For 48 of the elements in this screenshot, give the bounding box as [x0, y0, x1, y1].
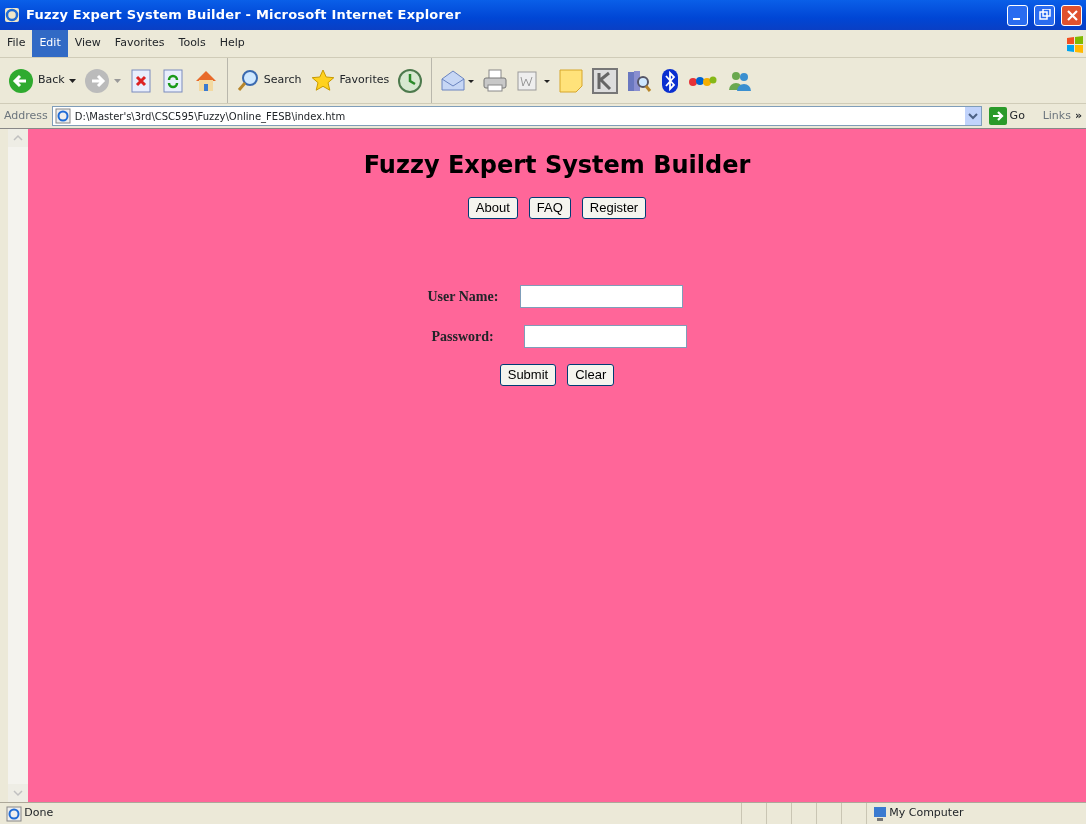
- browser-icon: [4, 7, 20, 23]
- address-field[interactable]: D:\Master's\3rd\CSC595\Fuzzy\Online_FESB\index.htm: [51, 106, 983, 126]
- menu-item[interactable]: View: [67, 30, 108, 57]
- restore-button[interactable]: [1034, 4, 1055, 26]
- toolbar-label[interactable]: Favorites: [339, 72, 390, 89]
- close-icon[interactable]: [1065, 9, 1078, 21]
- nav-button[interactable]: About: [467, 197, 518, 219]
- refresh-icon[interactable]: [160, 67, 185, 94]
- page-heading: Fuzzy Expert System Builder: [363, 150, 751, 181]
- k-icon[interactable]: [592, 67, 619, 94]
- menu-item[interactable]: File: [0, 30, 33, 57]
- page-icon: [5, 805, 22, 822]
- star-icon[interactable]: [309, 67, 336, 94]
- minimize-button[interactable]: [1007, 4, 1028, 26]
- nav-button[interactable]: Register: [581, 197, 647, 219]
- window-title: Fuzzy Expert System Builder - Microsoft Internet Explorer: [26, 6, 462, 25]
- menu-item[interactable]: Help: [212, 30, 252, 57]
- zone-text: My Computer: [889, 805, 964, 822]
- close-button[interactable]: [1061, 4, 1082, 26]
- printer-icon[interactable]: [482, 67, 509, 94]
- address-label: Address: [4, 107, 48, 124]
- menu-item[interactable]: Edit: [32, 30, 68, 57]
- stop-icon[interactable]: [128, 67, 153, 94]
- history-icon[interactable]: [397, 67, 424, 94]
- input-field[interactable]: [523, 324, 687, 348]
- toolbar-label[interactable]: Back: [38, 72, 65, 89]
- computer-icon: [872, 805, 887, 822]
- more-chevron[interactable]: »: [1074, 107, 1082, 125]
- search-icon[interactable]: [235, 67, 260, 94]
- dropdown-arrow-icon[interactable]: [68, 78, 76, 83]
- bluetooth-icon[interactable]: [660, 67, 681, 94]
- go-button[interactable]: Go: [1009, 107, 1025, 125]
- menu-item[interactable]: Tools: [171, 30, 213, 57]
- nav-button[interactable]: FAQ: [528, 197, 571, 219]
- restore-icon[interactable]: [1038, 9, 1051, 21]
- page-icon: [54, 108, 71, 124]
- input-field[interactable]: [519, 285, 683, 308]
- links-label[interactable]: Links: [1042, 107, 1071, 125]
- back-icon[interactable]: [8, 67, 34, 94]
- form-button[interactable]: Clear: [567, 364, 615, 386]
- menu-item[interactable]: Favorites: [107, 30, 172, 57]
- status-text: Done: [24, 805, 54, 822]
- field-label: User Name:: [427, 288, 500, 306]
- go-arrow-icon[interactable]: [988, 107, 1007, 125]
- field-label: Password:: [431, 327, 495, 346]
- forward-icon[interactable]: [83, 67, 110, 94]
- toolbar-label[interactable]: Search: [263, 72, 302, 89]
- form-button[interactable]: Submit: [499, 364, 557, 386]
